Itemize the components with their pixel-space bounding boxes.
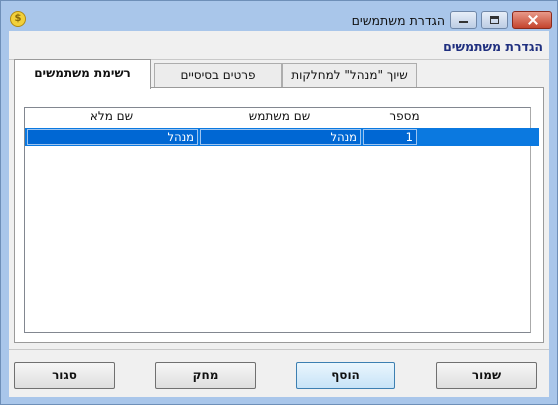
app-coin-icon: $ — [10, 11, 26, 27]
tab-basic-details[interactable]: פרטים בסיסיים — [154, 63, 282, 87]
table-row[interactable]: מנהל מנהל 1 — [25, 128, 539, 146]
maximize-button[interactable] — [481, 11, 508, 29]
close-button[interactable]: סגור — [14, 362, 115, 389]
title-bar[interactable]: $ הגדרת משתמשים — [1, 1, 557, 31]
close-window-button[interactable] — [512, 11, 552, 29]
column-header-username[interactable]: שם משתמש — [199, 108, 360, 125]
app-window: $ הגדרת משתמשים הגדרת משתמשים שיוך "מנהל… — [0, 0, 558, 405]
cell-username[interactable]: מנהל — [200, 129, 361, 145]
cell-number[interactable]: 1 — [363, 129, 417, 145]
tab-manager-departments[interactable]: שיוך "מנהל" למחלקות — [282, 63, 417, 87]
tab-users-list[interactable]: רשימת משתמשים — [14, 59, 151, 89]
column-header-number[interactable]: מספר — [362, 108, 447, 125]
delete-button[interactable]: מחק — [155, 362, 256, 389]
users-list-panel: שם מלא שם משתמש מספר מנהל מנהל 1 — [14, 87, 544, 343]
section-title: הגדרת משתמשים — [443, 39, 543, 54]
save-button[interactable]: שמור — [436, 362, 537, 389]
cell-full-name[interactable]: מנהל — [27, 129, 198, 145]
minimize-icon — [459, 21, 468, 23]
minimize-button[interactable] — [450, 11, 477, 29]
column-header-full-name[interactable]: שם מלא — [27, 108, 196, 125]
users-grid[interactable]: שם מלא שם משתמש מספר מנהל מנהל 1 — [24, 107, 539, 333]
maximize-icon — [490, 16, 499, 24]
window-title: הגדרת משתמשים — [351, 13, 445, 28]
add-button[interactable]: הוסף — [296, 362, 395, 389]
footer-divider — [9, 349, 549, 350]
dialog-content: הגדרת משתמשים שיוך "מנהל" למחלקות פרטים … — [9, 31, 549, 397]
